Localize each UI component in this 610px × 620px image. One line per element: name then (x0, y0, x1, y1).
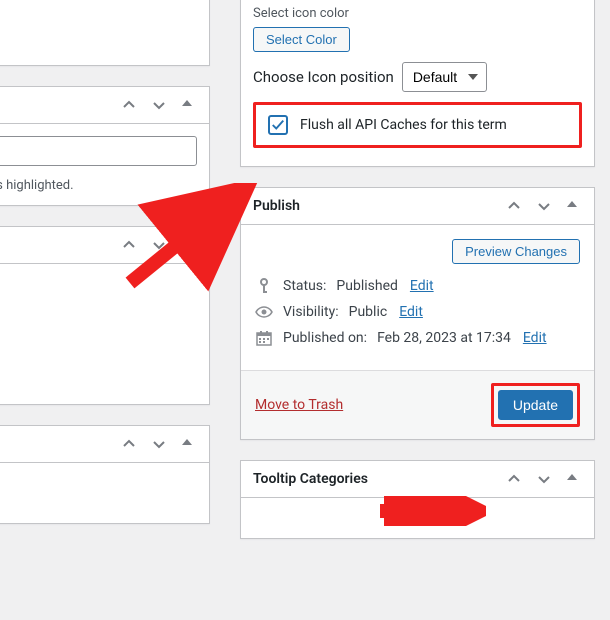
visibility-edit-link[interactable]: Edit (399, 304, 423, 320)
move-up-icon[interactable] (121, 97, 137, 113)
move-down-icon[interactable] (151, 97, 167, 113)
left-panel-4-header[interactable] (0, 426, 209, 463)
move-up-icon[interactable] (121, 237, 137, 253)
move-down-icon[interactable] (536, 198, 552, 214)
collapse-icon[interactable] (566, 471, 578, 487)
move-up-icon[interactable] (121, 436, 137, 452)
publish-title: Publish (253, 198, 506, 214)
collapse-icon[interactable] (181, 436, 193, 452)
visibility-value: Public (349, 304, 388, 320)
published-value: Feb 28, 2023 at 17:34 (377, 330, 511, 346)
collapse-icon[interactable] (566, 198, 578, 214)
left-panel-4 (0, 425, 210, 524)
icon-position-label: Choose Icon position (253, 68, 394, 86)
flush-caches-checkbox[interactable] (268, 115, 288, 135)
preview-changes-button[interactable]: Preview Changes (452, 239, 580, 264)
select-color-button[interactable]: Select Color (253, 27, 350, 52)
highlighted-note: is highlighted. (0, 178, 74, 193)
collapse-icon[interactable] (181, 237, 193, 253)
update-button[interactable]: Update (498, 390, 573, 420)
published-edit-link[interactable]: Edit (523, 330, 547, 346)
tooltip-categories-header[interactable]: Tooltip Categories (241, 461, 594, 498)
move-to-trash-link[interactable]: Move to Trash (255, 397, 343, 413)
update-highlight: Update (491, 383, 580, 427)
left-panel-2-header[interactable] (0, 87, 209, 124)
flush-caches-highlight: Flush all API Caches for this term (253, 102, 582, 148)
collapse-icon[interactable] (181, 97, 193, 113)
move-down-icon[interactable] (151, 436, 167, 452)
tooltip-categories-panel: Tooltip Categories (240, 460, 595, 539)
move-down-icon[interactable] (536, 471, 552, 487)
status-edit-link[interactable]: Edit (410, 278, 434, 294)
published-key: Published on: (283, 330, 367, 346)
left-panel-2: is highlighted. (0, 86, 210, 206)
move-down-icon[interactable] (151, 237, 167, 253)
status-key: Status: (283, 278, 326, 294)
calendar-icon (255, 330, 273, 346)
publish-header[interactable]: Publish (241, 188, 594, 225)
select-icon-color-label: Select icon color (253, 6, 582, 21)
move-up-icon[interactable] (506, 471, 522, 487)
tooltip-categories-title: Tooltip Categories (253, 471, 506, 487)
status-value: Published (336, 278, 397, 294)
icon-position-select[interactable]: Default (402, 62, 487, 92)
publish-panel: Publish Preview Changes Status: Publishe… (240, 187, 595, 440)
key-icon (255, 278, 273, 294)
eye-icon (255, 306, 273, 318)
left-panel-3 (0, 226, 210, 405)
left-panel-top (0, 0, 210, 66)
left-panel-3-header[interactable] (0, 227, 209, 264)
visibility-key: Visibility: (283, 304, 339, 320)
flush-caches-label: Flush all API Caches for this term (300, 117, 507, 133)
left-panel-2-input[interactable] (0, 136, 197, 166)
icon-config-panel: Choose Icon Preview: Select icon color S… (240, 0, 595, 167)
move-up-icon[interactable] (506, 198, 522, 214)
